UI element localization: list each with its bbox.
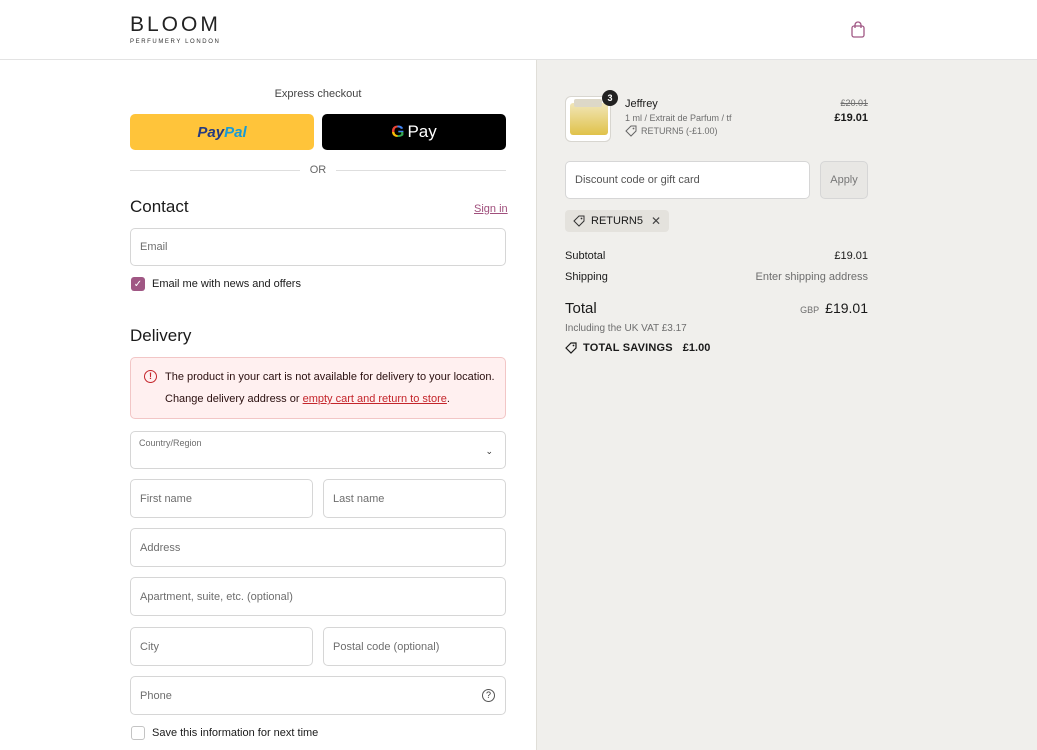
shipping-value: Enter shipping address	[755, 271, 868, 283]
or-divider: OR	[130, 164, 506, 176]
alert-action-prefix: Change delivery address or	[165, 393, 303, 405]
tag-icon	[625, 125, 637, 137]
contact-heading: Contact	[130, 197, 189, 216]
apartment-placeholder: Apartment, suite, etc. (optional)	[140, 590, 293, 603]
tag-icon	[565, 342, 577, 354]
savings-label: TOTAL SAVINGS	[583, 342, 673, 354]
save-info-label: Save this information for next time	[152, 727, 319, 739]
perfume-cap-image	[574, 99, 602, 107]
original-price: £20.01	[840, 98, 868, 108]
last-name-field[interactable]: Last name	[323, 479, 506, 518]
perfume-bottle-image	[570, 103, 608, 135]
total-row: Total GBP £19.01	[565, 300, 868, 317]
alert-action-line: Change delivery address or empty cart an…	[165, 393, 450, 405]
delivery-heading: Delivery	[130, 326, 192, 345]
shopping-bag-icon[interactable]	[850, 21, 866, 38]
google-pay-button[interactable]: G Pay	[322, 114, 506, 150]
address-field[interactable]: Address	[130, 528, 506, 567]
google-pay-label: Pay	[407, 122, 437, 141]
help-icon[interactable]: ?	[482, 689, 495, 702]
news-offers-option[interactable]: ✓ Email me with news and offers	[131, 277, 301, 291]
country-select[interactable]: Country/Region ⌄	[130, 431, 506, 469]
city-field[interactable]: City	[130, 627, 313, 666]
save-info-checkbox[interactable]	[131, 726, 145, 740]
alert-action-suffix: .	[446, 393, 450, 405]
logo-tagline: PERFUMERY LONDON	[130, 39, 221, 45]
remove-discount-icon[interactable]: ✕	[651, 214, 661, 228]
alert-message: The product in your cart is not availabl…	[165, 371, 495, 383]
vat-note: Including the UK VAT £3.17	[565, 323, 687, 334]
savings-value: £1.00	[682, 342, 711, 354]
postal-code-placeholder: Postal code (optional)	[333, 640, 440, 653]
city-placeholder: City	[140, 640, 159, 653]
applied-discount-chip: RETURN5 ✕	[565, 210, 670, 232]
discounted-price: £19.01	[834, 112, 868, 124]
shipping-row: Shipping Enter shipping address	[565, 271, 868, 283]
delivery-error-alert: ! The product in your cart is not availa…	[130, 357, 506, 419]
express-checkout-title: Express checkout	[274, 88, 362, 100]
chevron-down-icon: ⌄	[485, 446, 493, 456]
paypal-button[interactable]: Pay Pal	[130, 114, 314, 150]
email-field[interactable]: Email	[130, 228, 506, 266]
shipping-label: Shipping	[565, 271, 608, 283]
subtotal-row: Subtotal £19.01	[565, 250, 868, 262]
first-name-placeholder: First name	[140, 492, 192, 505]
apply-button[interactable]: Apply	[820, 161, 868, 199]
last-name-placeholder: Last name	[333, 492, 385, 505]
first-name-field[interactable]: First name	[130, 479, 313, 518]
sign-in-link[interactable]: Sign in	[474, 203, 508, 215]
news-offers-label: Email me with news and offers	[152, 278, 301, 290]
address-placeholder: Address	[140, 541, 181, 554]
error-icon: !	[144, 370, 157, 383]
quantity-badge: 3	[602, 90, 618, 106]
total-value: £19.01	[825, 300, 868, 316]
site-header: BLOOM PERFUMERY LONDON	[0, 0, 1037, 60]
discount-placeholder: Discount code or gift card	[575, 174, 700, 186]
phone-field[interactable]: Phone ?	[130, 676, 506, 715]
product-discount: RETURN5 (-£1.00)	[625, 125, 718, 137]
product-name: Jeffrey	[625, 98, 658, 110]
total-label: Total	[565, 300, 597, 317]
currency-code: GBP	[800, 305, 820, 315]
discount-code-input[interactable]: Discount code or gift card	[565, 161, 810, 199]
divider-line	[130, 169, 300, 171]
product-discount-text: RETURN5 (-£1.00)	[641, 126, 718, 136]
save-info-option[interactable]: Save this information for next time	[131, 726, 318, 740]
total-savings: TOTAL SAVINGS £1.00	[565, 342, 710, 354]
paypal-label-pay: Pay	[197, 123, 225, 141]
bloom-logo[interactable]: BLOOM PERFUMERY LONDON	[130, 13, 221, 46]
apartment-field[interactable]: Apartment, suite, etc. (optional)	[130, 577, 506, 616]
applied-code: RETURN5	[591, 215, 643, 227]
country-label: Country/Region	[139, 438, 202, 448]
or-text: OR	[309, 164, 327, 176]
news-offers-checkbox[interactable]: ✓	[131, 277, 145, 291]
paypal-label-pal: Pal	[224, 123, 247, 141]
tag-icon	[573, 215, 585, 227]
product-variant: 1 ml / Extrait de Parfum / tf	[625, 113, 732, 123]
email-placeholder: Email	[140, 241, 168, 253]
divider-line	[336, 169, 506, 171]
phone-placeholder: Phone	[140, 689, 172, 702]
subtotal-label: Subtotal	[565, 250, 606, 262]
logo-wordmark: BLOOM	[130, 13, 221, 36]
subtotal-value: £19.01	[834, 250, 868, 262]
google-g-icon: G	[391, 122, 405, 141]
postal-code-field[interactable]: Postal code (optional)	[323, 627, 506, 666]
empty-cart-link[interactable]: empty cart and return to store	[303, 393, 447, 405]
